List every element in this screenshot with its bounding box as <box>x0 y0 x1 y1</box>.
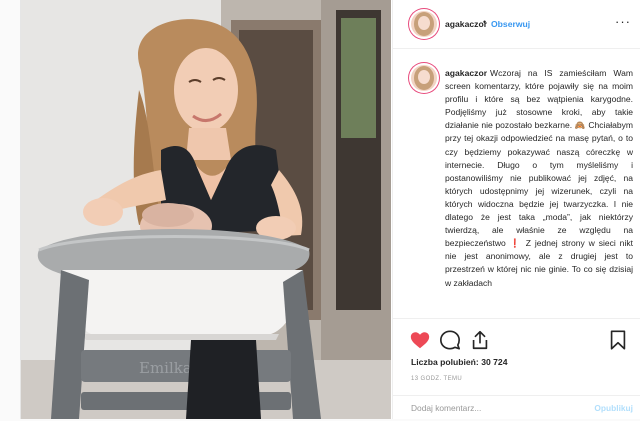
post-photo[interactable]: Emilka <box>21 0 391 419</box>
follow-button[interactable]: Obserwuj <box>491 19 530 29</box>
caption-username[interactable]: agakaczor <box>445 68 487 78</box>
post-side-panel: agakaczor • Obserwuj ··· agakaczor Wczora… <box>392 0 640 419</box>
follow-separator: • <box>483 17 487 27</box>
heart-icon[interactable] <box>409 329 431 351</box>
post-timestamp[interactable]: 13 GODZ. TEMU <box>411 376 462 382</box>
more-options-icon[interactable]: ··· <box>615 14 631 29</box>
caption-section: agakaczor Wczoraj na IS zamieściłam Wam s… <box>393 49 640 317</box>
author-avatar[interactable] <box>411 11 437 37</box>
actions-section: Liczba polubień: 30 724 13 GODZ. TEMU Op… <box>393 318 640 420</box>
post-header: agakaczor • Obserwuj ··· <box>393 0 640 49</box>
likes-label: Liczba polubień: <box>411 357 479 367</box>
author-username[interactable]: agakaczor <box>445 19 487 29</box>
share-icon[interactable] <box>469 329 491 351</box>
likes-count[interactable]: Liczba polubień: 30 724 <box>411 357 507 367</box>
caption: agakaczor Wczoraj na IS zamieściłam Wam s… <box>445 67 633 290</box>
post-photo-illustration: Emilka <box>21 0 391 419</box>
comment-input[interactable] <box>411 401 571 415</box>
chair-engraving-text: Emilka <box>139 359 192 377</box>
bookmark-icon[interactable] <box>607 329 629 351</box>
comment-row: Opublikuj <box>393 395 640 421</box>
publish-comment-button[interactable]: Opublikuj <box>594 403 633 413</box>
comment-icon[interactable] <box>439 329 461 351</box>
caption-text: Wczoraj na IS zamieściłam Wam screen kom… <box>445 68 633 288</box>
caption-author-avatar[interactable] <box>411 65 437 91</box>
likes-number: 30 724 <box>481 357 508 367</box>
